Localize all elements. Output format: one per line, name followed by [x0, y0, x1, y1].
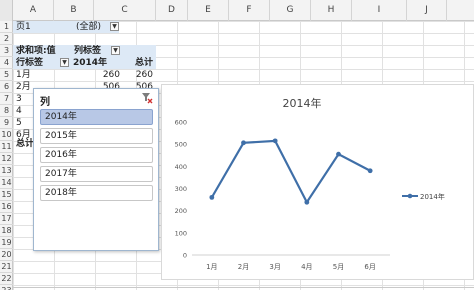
column-labels-header: 列标签	[74, 46, 102, 56]
row-header[interactable]: 17	[0, 213, 13, 225]
slicer-item-2014[interactable]: 2014年	[40, 109, 153, 125]
x-tick-label: 4月	[301, 263, 312, 271]
y-tick-label: 200	[175, 207, 187, 215]
data-point[interactable]	[304, 199, 310, 205]
slicer-item-2017[interactable]: 2017年	[40, 166, 153, 182]
slicer-item-2016[interactable]: 2016年	[40, 147, 153, 163]
slicer-item-2015[interactable]: 2015年	[40, 128, 153, 144]
y-tick-label: 400	[175, 163, 187, 171]
column-header-d[interactable]: D	[156, 0, 188, 21]
row-header[interactable]: 8	[0, 105, 13, 117]
pivot-row-label[interactable]: 1月	[16, 69, 46, 81]
row-header[interactable]: 12	[0, 153, 13, 165]
chart-title: 2014年	[283, 96, 322, 110]
row-header-bar: 1 2 3 4 5 6 7 8 9 10 11 12 13 14 15 16 1…	[0, 21, 13, 290]
column-header-h[interactable]: H	[311, 0, 352, 21]
column-header-e[interactable]: E	[188, 0, 229, 21]
pivot-row-label[interactable]: 4	[16, 105, 32, 117]
row-header[interactable]: 10	[0, 129, 13, 141]
row-labels-header: 行标签	[16, 58, 44, 68]
x-axis-ticks: 1月 2月 3月 4月 5月 6月	[206, 263, 376, 271]
column-header-i[interactable]: I	[352, 0, 407, 21]
column-header-total: 总计	[134, 58, 153, 68]
row-header[interactable]: 11	[0, 141, 13, 153]
column-header-g[interactable]: G	[270, 0, 311, 21]
column-labels-filter-icon[interactable]: ▼	[111, 46, 120, 55]
column-header-c[interactable]: C	[94, 0, 156, 21]
row-header[interactable]: 18	[0, 225, 13, 237]
chart-legend[interactable]: 2014年	[402, 192, 445, 201]
row-header[interactable]: 22	[0, 273, 13, 285]
x-tick-label: 1月	[206, 263, 217, 271]
legend-marker	[407, 193, 413, 199]
chart-canvas: 2014年 0 100 200 300 400 500 600 1月 2月 3月 4月 5月 6月 2…	[175, 96, 445, 271]
y-tick-label: 600	[175, 119, 187, 127]
row-labels-dropdown-icon[interactable]: ▼	[60, 58, 69, 67]
row-header[interactable]: 3	[0, 45, 13, 57]
row-header[interactable]: 15	[0, 189, 13, 201]
x-tick-label: 2月	[238, 263, 249, 271]
series-line-2014	[210, 139, 371, 205]
clear-filter-icon[interactable]	[141, 92, 153, 104]
grand-total-label: 总计	[16, 139, 34, 149]
row-header[interactable]: 19	[0, 237, 13, 249]
row-header[interactable]: 7	[0, 93, 13, 105]
row-header[interactable]: 13	[0, 165, 13, 177]
y-axis-ticks: 0 100 200 300 400 500 600	[175, 119, 187, 260]
row-header[interactable]: 1	[0, 21, 13, 33]
values-label: 求和项:值	[16, 46, 56, 56]
column-header-j[interactable]: J	[407, 0, 447, 21]
row-header[interactable]: 21	[0, 261, 13, 273]
column-header-bar: A B C D E F G H I J	[0, 0, 474, 21]
y-tick-label: 0	[183, 252, 187, 260]
row-header[interactable]: 4	[0, 57, 13, 69]
slicer-item-2018[interactable]: 2018年	[40, 185, 153, 201]
column-header-f[interactable]: F	[229, 0, 270, 21]
pivot-row-label[interactable]: 5	[16, 117, 32, 129]
page-filter-label: 页1	[16, 22, 31, 32]
row-header[interactable]: 2	[0, 33, 13, 45]
page-filter-dropdown-icon[interactable]: ▼	[110, 22, 119, 31]
slicer-panel[interactable]: 列 2014年 2015年 2016年 2017年 2018年	[33, 88, 159, 251]
row-header[interactable]: 14	[0, 177, 13, 189]
data-point[interactable]	[272, 138, 278, 144]
y-tick-label: 500	[175, 141, 187, 149]
y-tick-label: 100	[175, 229, 187, 237]
select-all-corner[interactable]	[0, 0, 13, 21]
row-header[interactable]: 9	[0, 117, 13, 129]
x-tick-label: 5月	[333, 263, 344, 271]
pivot-row-label[interactable]: 3	[16, 93, 32, 105]
sheet-bottom-border	[13, 287, 474, 288]
row-header[interactable]: 5	[0, 69, 13, 81]
data-point[interactable]	[336, 151, 341, 157]
data-point[interactable]	[209, 194, 215, 200]
x-tick-label: 3月	[269, 263, 280, 271]
x-tick-label: 6月	[364, 263, 375, 271]
row-header[interactable]: 6	[0, 81, 13, 93]
row-header[interactable]: 16	[0, 201, 13, 213]
data-point[interactable]	[241, 140, 246, 146]
row-header[interactable]: 23	[0, 285, 13, 290]
column-header-a[interactable]: A	[13, 0, 54, 21]
pivot-cell-total[interactable]: 260	[120, 69, 153, 81]
line-chart[interactable]: 2014年 0 100 200 300 400 500 600 1月 2月 3月 4月 5月 6月 2…	[161, 84, 474, 280]
row-header[interactable]: 20	[0, 249, 13, 261]
legend-label: 2014年	[420, 192, 445, 201]
column-header-b[interactable]: B	[54, 0, 94, 21]
pivot-cell-2014[interactable]: 260	[72, 69, 120, 81]
slicer-title: 列	[40, 97, 50, 108]
data-point[interactable]	[367, 168, 373, 174]
column-header-2014: 2014年	[73, 58, 108, 68]
y-tick-label: 300	[175, 185, 187, 193]
